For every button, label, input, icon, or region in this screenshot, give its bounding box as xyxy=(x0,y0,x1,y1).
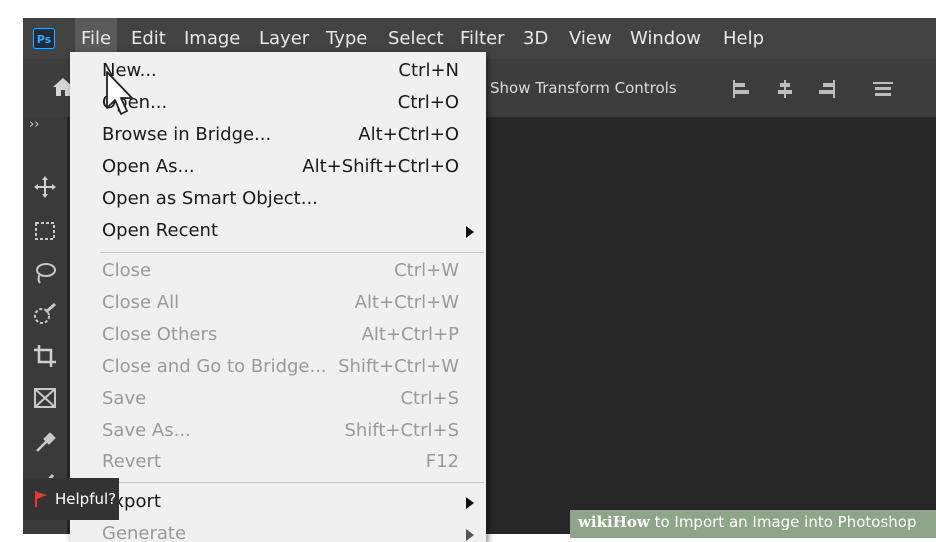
align-center-icon[interactable] xyxy=(774,79,796,99)
menu-item-shortcut: Ctrl+N xyxy=(398,60,459,81)
menu-item-close-others[interactable]: Close Others Alt+Ctrl+P xyxy=(70,319,486,351)
menu-item-shortcut: F12 xyxy=(425,451,459,472)
menu-item-shortcut: Ctrl+O xyxy=(397,92,459,113)
menu-item-open-recent[interactable]: Open Recent xyxy=(70,215,486,247)
lasso-tool-icon[interactable] xyxy=(31,259,59,287)
align-right-icon[interactable] xyxy=(816,79,838,99)
helpful-badge[interactable]: Helpful? xyxy=(23,478,119,520)
menu-item-shortcut: Shift+Ctrl+S xyxy=(344,420,459,441)
menu-view[interactable]: View xyxy=(563,18,618,59)
menu-item-shortcut: Alt+Ctrl+O xyxy=(358,124,459,145)
menu-item-shortcut: Alt+Ctrl+W xyxy=(354,292,459,313)
menu-item-browse-in-bridge[interactable]: Browse in Bridge... Alt+Ctrl+O xyxy=(70,119,486,151)
menu-item-shortcut: Ctrl+W xyxy=(394,260,459,281)
menu-item-label: Save xyxy=(102,388,147,409)
menu-item-label: Generate xyxy=(102,523,187,542)
menu-item-open-as[interactable]: Open As... Alt+Shift+Ctrl+O xyxy=(70,151,486,183)
menu-item-label: Close Others xyxy=(102,324,218,345)
menu-item-revert[interactable]: Revert F12 xyxy=(70,446,486,478)
menu-item-shortcut: Shift+Ctrl+W xyxy=(338,356,459,377)
submenu-arrow-icon xyxy=(466,529,474,541)
move-tool-icon[interactable] xyxy=(31,173,59,201)
crop-tool-icon[interactable] xyxy=(31,342,59,370)
menu-item-label: Close and Go to Bridge... xyxy=(102,356,327,377)
menu-item-label: Open As... xyxy=(102,156,195,177)
submenu-arrow-icon xyxy=(466,226,474,238)
flag-icon xyxy=(35,491,47,507)
menu-item-shortcut: Alt+Shift+Ctrl+O xyxy=(302,156,459,177)
show-transform-controls-label[interactable]: Show Transform Controls xyxy=(490,79,677,97)
align-left-icon[interactable] xyxy=(730,79,752,99)
menu-item-label: Close All xyxy=(102,292,180,313)
photoshop-logo: Ps xyxy=(33,28,55,49)
menu-item-generate[interactable]: Generate xyxy=(70,518,486,542)
menu-item-label: Open as Smart Object... xyxy=(102,188,318,209)
frame-tool-icon[interactable] xyxy=(31,384,59,412)
menu-item-label: Revert xyxy=(102,451,161,472)
menu-item-open-as-smart-object[interactable]: Open as Smart Object... xyxy=(70,183,486,215)
mouse-pointer-icon xyxy=(106,71,133,115)
menu-item-close[interactable]: Close Ctrl+W xyxy=(70,255,486,287)
wikihow-watermark: wikiHow to Import an Image into Photosho… xyxy=(570,510,936,538)
menu-item-save[interactable]: Save Ctrl+S xyxy=(70,383,486,415)
menu-window[interactable]: Window xyxy=(624,18,707,59)
marquee-tool-icon[interactable] xyxy=(31,217,59,245)
menu-3d[interactable]: 3D xyxy=(517,18,554,59)
helpful-label: Helpful? xyxy=(55,490,117,508)
menu-item-save-as[interactable]: Save As... Shift+Ctrl+S xyxy=(70,415,486,447)
menu-item-close-all[interactable]: Close All Alt+Ctrl+W xyxy=(70,287,486,319)
menu-item-shortcut: Ctrl+S xyxy=(400,388,459,409)
menu-item-export[interactable]: Export xyxy=(70,486,486,518)
watermark-brand: wikiHow xyxy=(578,513,650,531)
watermark-caption: to Import an Image into Photoshop xyxy=(649,513,917,531)
align-top-icon[interactable] xyxy=(872,79,894,99)
menu-separator xyxy=(100,482,484,483)
menu-separator xyxy=(100,252,484,253)
submenu-arrow-icon xyxy=(466,497,474,509)
quick-selection-tool-icon[interactable] xyxy=(31,300,59,328)
menu-help[interactable]: Help xyxy=(717,18,770,59)
watermark-text: wikiHow to Import an Image into Photosho… xyxy=(578,513,916,531)
collapse-toggle[interactable]: ›› xyxy=(29,117,39,132)
menu-item-close-and-go-to-bridge[interactable]: Close and Go to Bridge... Shift+Ctrl+W xyxy=(70,351,486,383)
eyedropper-tool-icon[interactable] xyxy=(31,427,59,455)
menu-item-label: Open Recent xyxy=(102,220,219,241)
menu-item-label: Browse in Bridge... xyxy=(102,124,272,145)
tools-panel: ›› xyxy=(23,117,67,534)
menu-item-shortcut: Alt+Ctrl+P xyxy=(361,324,459,345)
file-menu-dropdown: New... Ctrl+N Open... Ctrl+O Browse in B… xyxy=(70,52,486,542)
menu-item-label: Close xyxy=(102,260,152,281)
menu-item-label: Save As... xyxy=(102,420,191,441)
